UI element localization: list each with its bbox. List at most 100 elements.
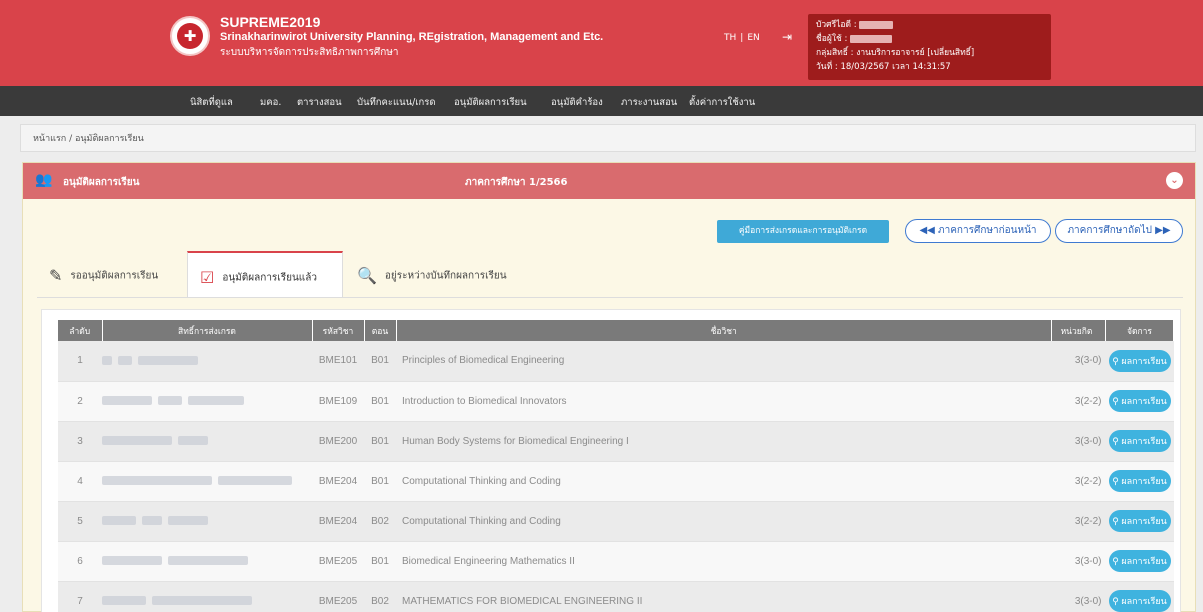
col-no: ลำดับ	[58, 320, 103, 341]
row-section: B01	[364, 541, 396, 582]
app-fullname: Srinakharinwirot University Planning, RE…	[220, 31, 604, 43]
main-nav: นิสิตที่ดูแล มคอ. ตารางสอน บันทึกคะแนน/เ…	[0, 86, 1203, 116]
edit-icon: ✎	[49, 266, 63, 285]
row-code: BME205	[312, 541, 364, 582]
view-results-button[interactable]: ⚲ ผลการเรียน	[1108, 430, 1171, 452]
next-term-button[interactable]: ภาคการศึกษาถัดไป ▶▶	[1055, 219, 1183, 243]
approve-results-panel: 👥 อนุมัติผลการเรียน ภาคการศึกษา 1/2566 ⌄…	[22, 162, 1196, 612]
breadcrumb[interactable]: หน้าแรก / อนุมัติผลการเรียน	[20, 124, 1196, 152]
tab-recording[interactable]: 🔍 อยู่ระหว่างบันทึกผลการเรียน	[343, 251, 533, 297]
row-section: B01	[364, 461, 396, 502]
row-no: 2	[58, 381, 102, 422]
nav-item-mko[interactable]: มคอ.	[260, 95, 281, 110]
search-icon: ⚲	[1112, 596, 1119, 606]
row-name: Introduction to Biomedical Innovators	[396, 381, 1052, 422]
row-no: 6	[58, 541, 102, 582]
view-results-button[interactable]: ⚲ ผลการเรียน	[1108, 510, 1171, 532]
row-section: B01	[364, 421, 396, 462]
row-code: BME205	[312, 581, 364, 612]
row-name: Computational Thinking and Coding	[396, 461, 1052, 502]
redacted-user-name	[850, 34, 893, 43]
view-results-button[interactable]: ⚲ ผลการเรียน	[1108, 550, 1171, 572]
row-name: Computational Thinking and Coding	[396, 501, 1052, 542]
user-id-label: บัวศรีไอดี :	[816, 20, 857, 30]
tab-recording-label: อยู่ระหว่างบันทึกผลการเรียน	[384, 270, 507, 282]
row-name: Principles of Biomedical Engineering	[396, 341, 1052, 382]
row-code: BME109	[312, 381, 364, 422]
row-name: Human Body Systems for Biomedical Engine…	[396, 421, 1052, 462]
users-icon: 👥	[35, 172, 53, 188]
search-icon: ⚲	[1112, 516, 1119, 526]
tab-divider	[37, 297, 1183, 298]
lang-th-link[interactable]: TH	[724, 33, 736, 43]
search-icon: ⚲	[1112, 436, 1119, 446]
row-no: 1	[58, 341, 102, 382]
tab-pending[interactable]: ✎ รออนุมัติผลการเรียน	[37, 251, 187, 297]
table-row: 3 BME200 B01 Human Body Systems for Biom…	[58, 421, 1174, 462]
search-icon: ⚲	[1112, 556, 1119, 566]
nav-item-settings[interactable]: ตั้งค่าการใช้งาน	[689, 95, 755, 110]
redacted-rights	[102, 381, 312, 422]
row-credits: 3(2-2)	[1051, 381, 1106, 422]
results-table-container[interactable]: ลำดับ สิทธิ์การส่งเกรด รหัสวิชา ตอน ชื่อ…	[41, 309, 1181, 612]
search-icon: ⚲	[1112, 355, 1119, 366]
redacted-rights	[102, 501, 312, 542]
panel-title: อนุมัติผลการเรียน	[63, 177, 140, 188]
double-left-icon: ◀◀	[919, 225, 935, 236]
nav-item-grades[interactable]: บันทึกคะแนน/เกรด	[357, 95, 436, 110]
tab-pending-label: รออนุมัติผลการเรียน	[70, 270, 159, 282]
row-credits: 3(3-0)	[1051, 581, 1106, 612]
logout-icon[interactable]: ⇥	[782, 30, 792, 44]
table-row: 5 BME204 B02 Computational Thinking and …	[58, 501, 1174, 542]
nav-item-timetable[interactable]: ตารางสอน	[297, 95, 342, 110]
search-icon: ⚲	[1112, 396, 1119, 406]
redacted-rights	[102, 421, 312, 462]
results-table: ลำดับ สิทธิ์การส่งเกรด รหัสวิชา ตอน ชื่อ…	[58, 320, 1174, 612]
nav-item-approve-requests[interactable]: อนุมัติคำร้อง	[551, 95, 603, 110]
tab-approved[interactable]: ☑ อนุมัติผลการเรียนแล้ว	[187, 251, 343, 297]
row-code: BME200	[312, 421, 364, 462]
check-square-icon: ☑	[200, 268, 215, 287]
row-name: Biomedical Engineering Mathematics II	[396, 541, 1052, 582]
view-results-button[interactable]: ⚲ ผลการเรียน	[1108, 470, 1171, 492]
col-manage: จัดการ	[1105, 320, 1174, 341]
redacted-rights	[102, 461, 312, 502]
row-no: 7	[58, 581, 102, 612]
nav-item-students[interactable]: นิสิตที่ดูแล	[190, 95, 233, 110]
row-code: BME101	[312, 341, 364, 382]
previous-term-button[interactable]: ◀◀ ภาคการศึกษาก่อนหน้า	[905, 219, 1051, 243]
user-datetime: วันที่ : 18/03/2567 เวลา 14:31:57	[816, 62, 951, 72]
lang-en-link[interactable]: EN	[747, 33, 759, 43]
view-results-button[interactable]: ⚲ ผลการเรียน	[1108, 349, 1171, 372]
row-no: 5	[58, 501, 102, 542]
nav-item-teaching-load[interactable]: ภาระงานสอน	[621, 95, 677, 110]
language-switcher: TH | EN	[722, 33, 762, 43]
col-credits: หน่วยกิต	[1051, 320, 1106, 341]
table-row: 6 BME205 B01 Biomedical Engineering Math…	[58, 541, 1174, 582]
chevron-down-icon[interactable]: ⌄	[1166, 172, 1183, 189]
col-section: ตอน	[364, 320, 397, 341]
table-row: 2 BME109 B01 Introduction to Biomedical …	[58, 381, 1174, 422]
university-logo: ✚	[170, 16, 210, 56]
nav-item-approve-results[interactable]: อนุมัติผลการเรียน	[454, 95, 527, 110]
row-section: B02	[364, 501, 396, 542]
app-header: ✚ SUPREME2019 Srinakharinwirot Universit…	[0, 0, 1203, 86]
row-credits: 3(2-2)	[1051, 461, 1106, 502]
row-credits: 3(3-0)	[1051, 541, 1106, 582]
table-row: 1 BME101 B01 Principles of Biomedical En…	[58, 341, 1174, 382]
col-code: รหัสวิชา	[312, 320, 365, 341]
app-name: SUPREME2019	[220, 14, 321, 30]
row-section: B02	[364, 581, 396, 612]
row-credits: 3(2-2)	[1051, 501, 1106, 542]
grading-guide-button[interactable]: คู่มือการส่งเกรดและการอนุมัติเกรด	[717, 220, 889, 243]
col-name: ชื่อวิชา	[396, 320, 1052, 341]
user-group[interactable]: กลุ่มสิทธิ์ : งานบริการอาจารย์ [เปลี่ยนส…	[816, 46, 1043, 60]
col-rights: สิทธิ์การส่งเกรด	[102, 320, 313, 341]
search-icon: 🔍	[357, 266, 377, 285]
previous-term-label: ภาคการศึกษาก่อนหน้า	[938, 225, 1037, 236]
view-results-button[interactable]: ⚲ ผลการเรียน	[1108, 590, 1171, 612]
panel-term: ภาคการศึกษา 1/2566	[465, 177, 568, 188]
view-results-button[interactable]: ⚲ ผลการเรียน	[1108, 390, 1171, 412]
redacted-rights	[102, 541, 312, 582]
row-code: BME204	[312, 461, 364, 502]
